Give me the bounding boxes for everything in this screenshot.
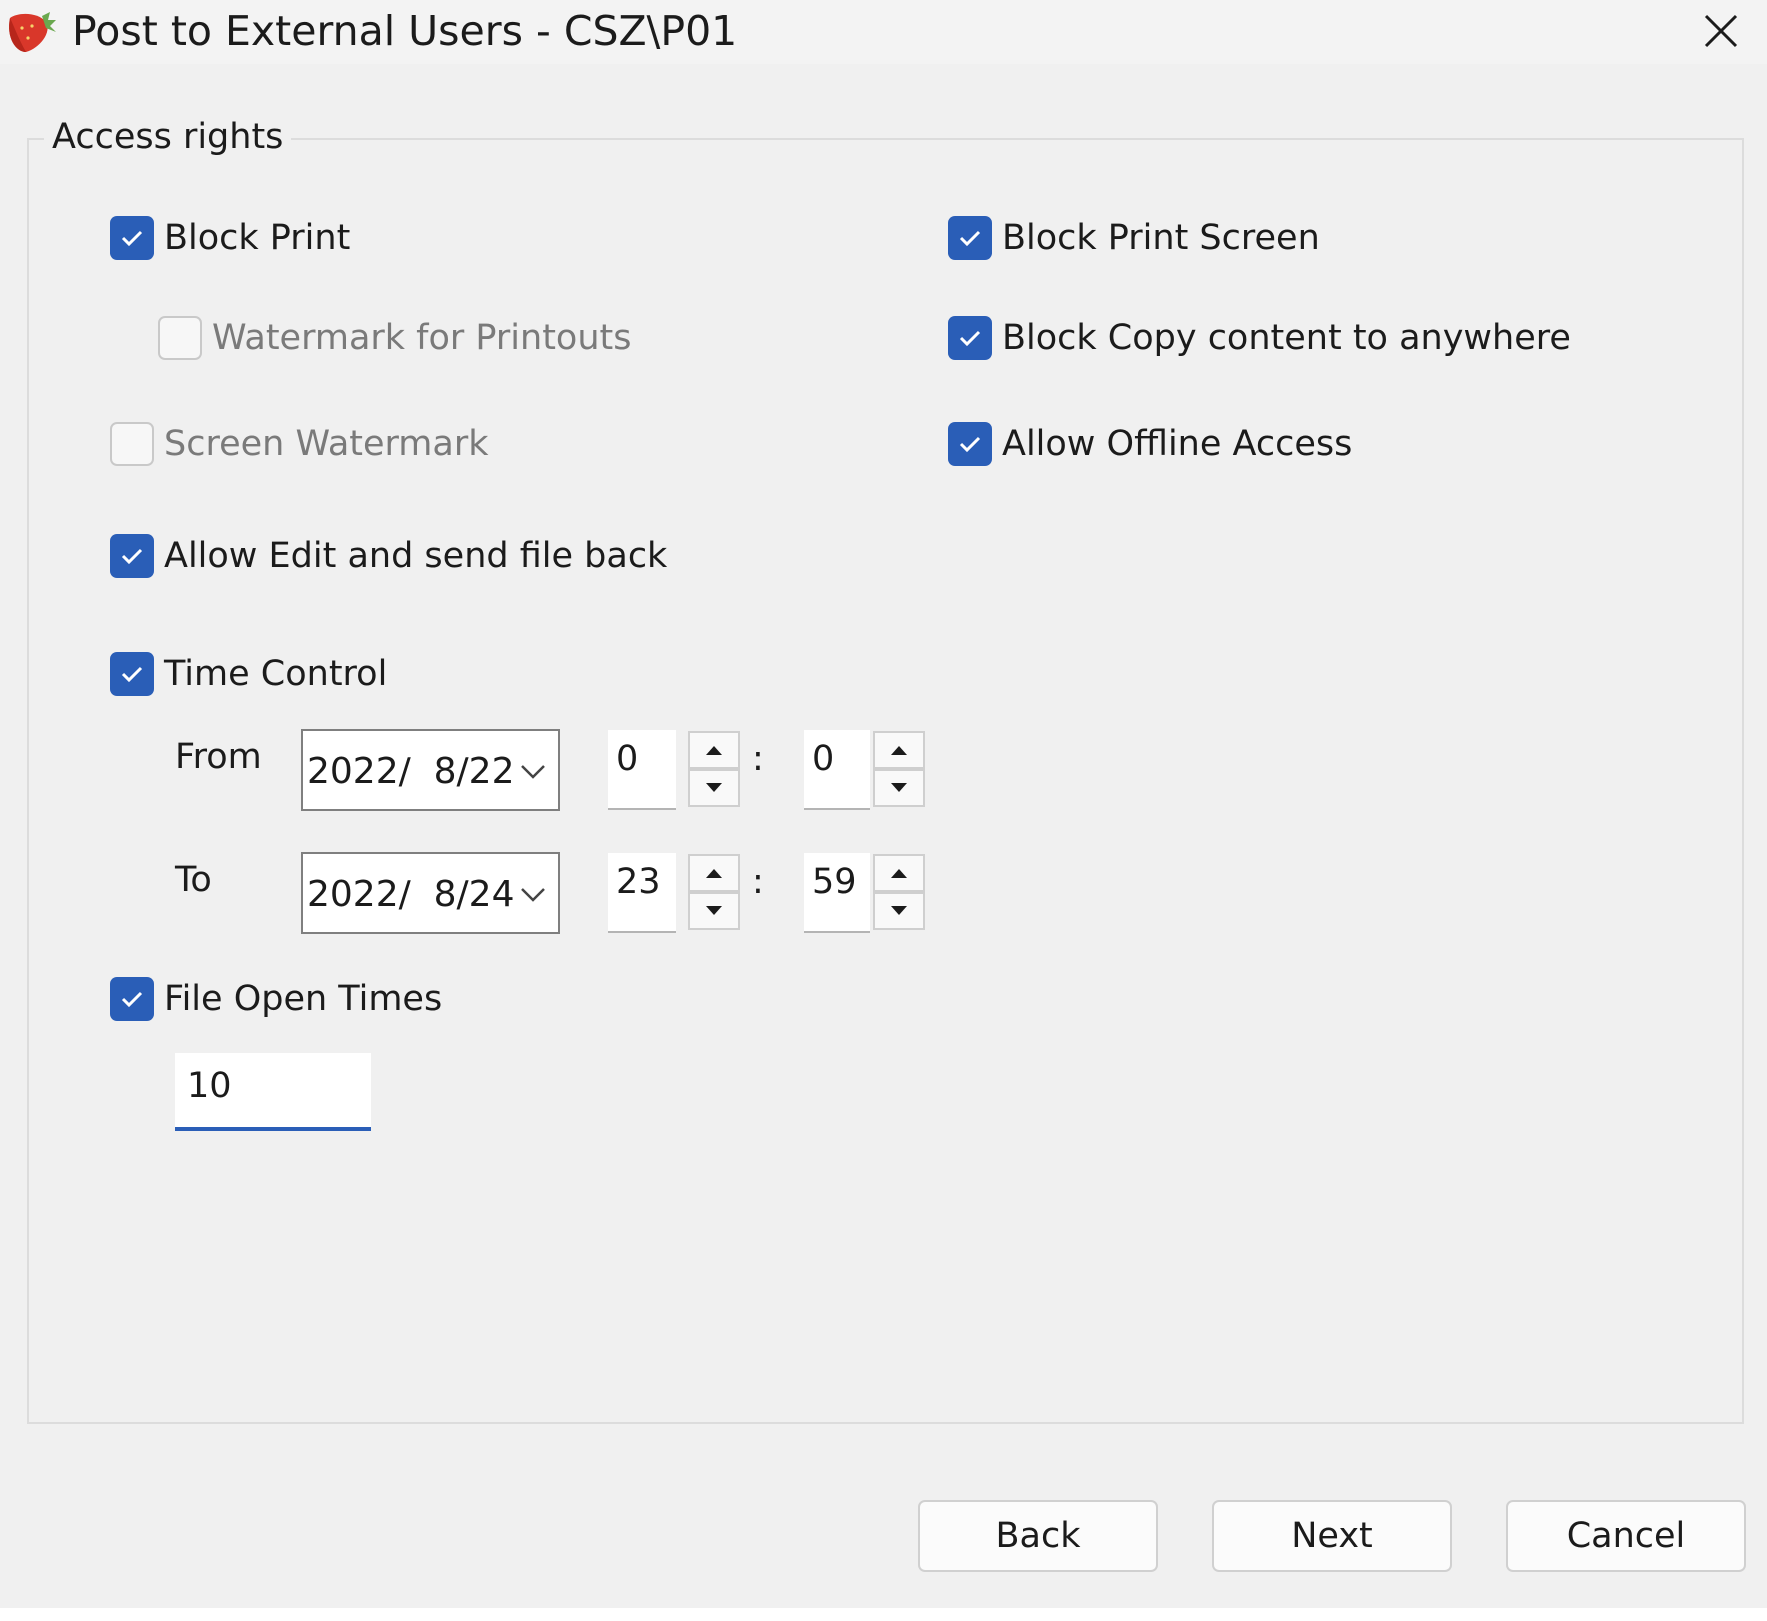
- caret-down-icon: [891, 783, 907, 792]
- to-date-picker[interactable]: 2022/ 8/24: [301, 852, 560, 934]
- caret-down-icon: [706, 906, 722, 915]
- checkbox-checked-icon[interactable]: [948, 216, 992, 260]
- block-print-label: Block Print: [164, 218, 351, 258]
- cancel-button[interactable]: Cancel: [1506, 1500, 1746, 1572]
- spin-down-button[interactable]: [873, 769, 925, 807]
- spin-up-button[interactable]: [873, 854, 925, 892]
- spin-up-button[interactable]: [688, 731, 740, 769]
- chevron-down-icon[interactable]: [519, 761, 547, 781]
- caret-up-icon: [891, 746, 907, 755]
- time-control-checkbox[interactable]: Time Control: [110, 651, 387, 697]
- from-date-picker[interactable]: 2022/ 8/22: [301, 729, 560, 811]
- watermark-for-printouts-checkbox[interactable]: Watermark for Printouts: [158, 315, 632, 361]
- caret-up-icon: [891, 869, 907, 878]
- block-copy-label: Block Copy content to anywhere: [1002, 318, 1571, 358]
- title-bar: Post to External Users - CSZ\P01: [0, 0, 1767, 64]
- from-hour-spinner[interactable]: [688, 731, 740, 809]
- time-control-label: Time Control: [164, 654, 388, 694]
- chevron-down-icon[interactable]: [519, 884, 547, 904]
- from-hour-input[interactable]: 0: [608, 730, 676, 810]
- allow-edit-label: Allow Edit and send file back: [164, 536, 668, 576]
- caret-down-icon: [706, 783, 722, 792]
- screen-watermark-checkbox[interactable]: Screen Watermark: [110, 421, 489, 467]
- spin-down-button[interactable]: [688, 769, 740, 807]
- spin-up-button[interactable]: [873, 731, 925, 769]
- to-minute-value: 59: [812, 862, 857, 902]
- to-time-separator: :: [752, 862, 764, 902]
- from-minute-value: 0: [812, 739, 835, 779]
- spin-down-button[interactable]: [688, 892, 740, 930]
- next-button[interactable]: Next: [1212, 1500, 1452, 1572]
- dialog-window: Post to External Users - CSZ\P01 Access …: [0, 0, 1767, 1608]
- to-minute-input[interactable]: 59: [804, 853, 870, 933]
- to-hour-input[interactable]: 23: [608, 853, 676, 933]
- checkbox-checked-icon[interactable]: [110, 977, 154, 1021]
- from-hour-value: 0: [616, 739, 639, 779]
- to-hour-value: 23: [616, 862, 661, 902]
- checkbox-checked-icon[interactable]: [948, 316, 992, 360]
- caret-up-icon: [706, 869, 722, 878]
- screen-watermark-label: Screen Watermark: [164, 424, 489, 464]
- allow-offline-checkbox[interactable]: Allow Offline Access: [948, 421, 1352, 467]
- back-button[interactable]: Back: [918, 1500, 1158, 1572]
- access-rights-legend: Access rights: [44, 114, 292, 160]
- checkbox-unchecked-icon[interactable]: [110, 422, 154, 466]
- to-date-value: 2022/ 8/24: [307, 874, 515, 915]
- from-date-value: 2022/ 8/22: [307, 751, 515, 792]
- checkbox-unchecked-icon[interactable]: [158, 316, 202, 360]
- close-icon[interactable]: [1690, 6, 1750, 56]
- caret-up-icon: [706, 746, 722, 755]
- checkbox-checked-icon[interactable]: [110, 534, 154, 578]
- from-minute-spinner[interactable]: [873, 731, 925, 809]
- window-title: Post to External Users - CSZ\P01: [72, 7, 738, 55]
- block-print-checkbox[interactable]: Block Print: [110, 215, 350, 261]
- checkbox-checked-icon[interactable]: [110, 216, 154, 260]
- allow-edit-checkbox[interactable]: Allow Edit and send file back: [110, 533, 667, 579]
- file-open-times-label: File Open Times: [164, 979, 443, 1019]
- from-time-separator: :: [752, 739, 764, 779]
- strawberry-app-icon: [9, 12, 56, 52]
- to-label: To: [175, 860, 212, 900]
- from-minute-input[interactable]: 0: [804, 730, 870, 810]
- file-open-times-value: 10: [187, 1066, 232, 1106]
- caret-down-icon: [891, 906, 907, 915]
- from-label: From: [175, 737, 262, 777]
- block-print-screen-checkbox[interactable]: Block Print Screen: [948, 215, 1320, 261]
- to-hour-spinner[interactable]: [688, 854, 740, 932]
- watermark-for-printouts-label: Watermark for Printouts: [212, 318, 632, 358]
- checkbox-checked-icon[interactable]: [110, 652, 154, 696]
- spin-down-button[interactable]: [873, 892, 925, 930]
- to-minute-spinner[interactable]: [873, 854, 925, 932]
- file-open-times-input[interactable]: 10: [175, 1053, 371, 1131]
- spin-up-button[interactable]: [688, 854, 740, 892]
- file-open-times-checkbox[interactable]: File Open Times: [110, 976, 442, 1022]
- block-print-screen-label: Block Print Screen: [1002, 218, 1320, 258]
- block-copy-checkbox[interactable]: Block Copy content to anywhere: [948, 315, 1571, 361]
- allow-offline-label: Allow Offline Access: [1002, 424, 1353, 464]
- checkbox-checked-icon[interactable]: [948, 422, 992, 466]
